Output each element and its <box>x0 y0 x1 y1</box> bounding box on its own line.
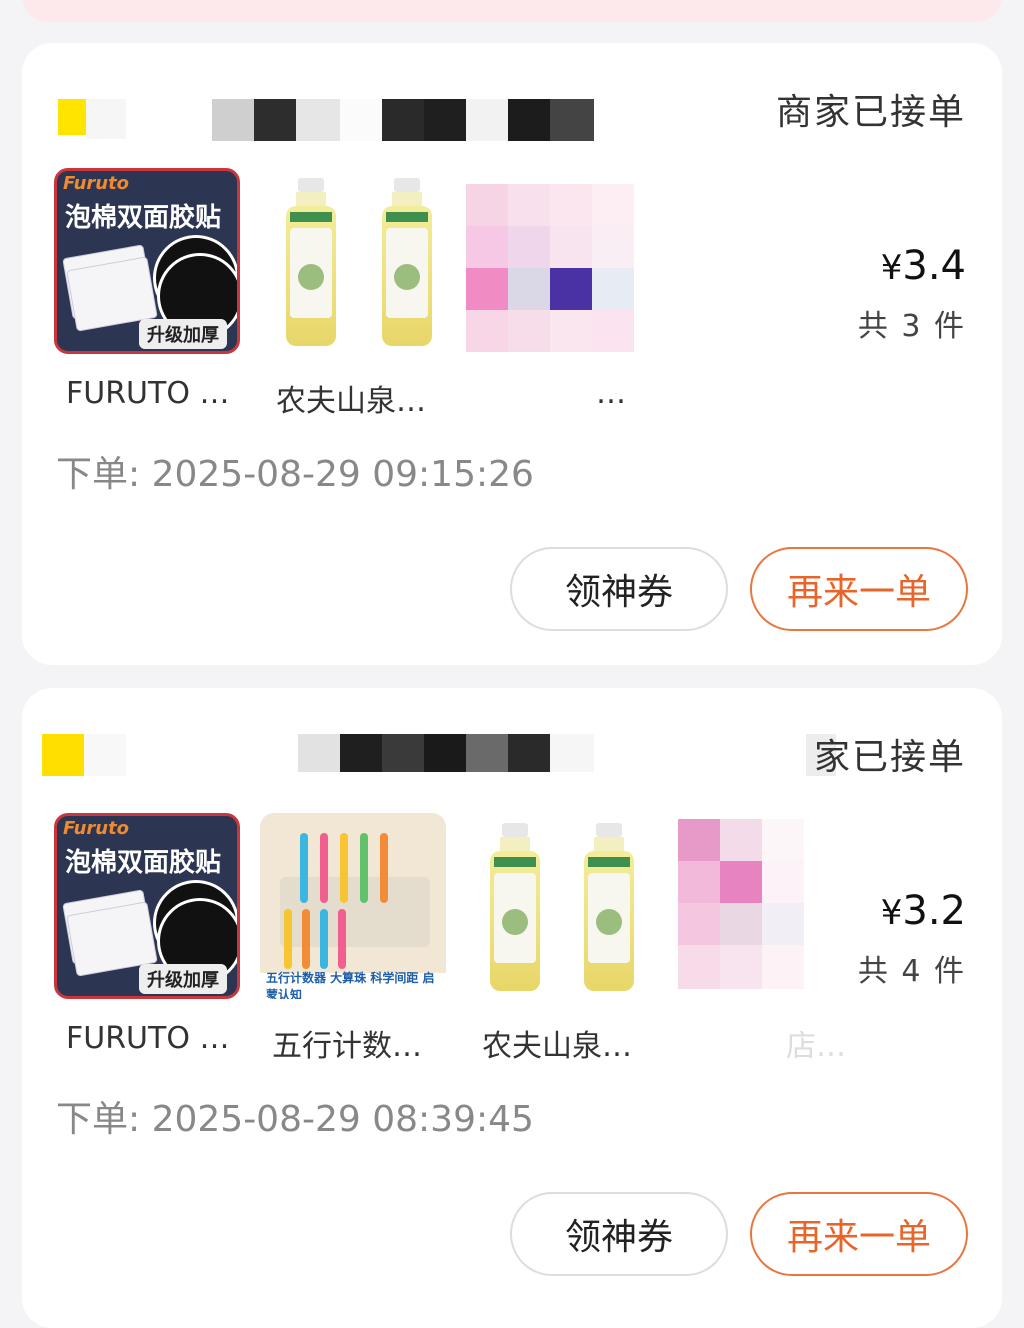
currency-symbol: ¥ <box>880 893 903 933</box>
order-total: ¥3.4 <box>881 243 966 289</box>
price-value: 3.4 <box>902 243 966 289</box>
product-item[interactable]: 五行计数器 大算珠 科学间距 启蒙认知 五行计数… <box>260 813 446 1064</box>
product-image: Furuto 泡棉双面胶贴 升级加厚 <box>54 813 240 999</box>
image-subline: 升级加厚 <box>139 964 227 994</box>
product-name: 农夫山泉… <box>276 384 426 419</box>
product-name: 农夫山泉… <box>482 1029 632 1064</box>
image-headline: 泡棉双面胶贴 <box>65 203 222 233</box>
product-image-redacted <box>678 813 864 999</box>
image-subline: 升级加厚 <box>139 319 227 349</box>
order-total: ¥3.2 <box>881 888 966 934</box>
order-time: 下单: 2025-08-29 09:15:26 <box>56 454 534 495</box>
product-name: 店… <box>786 1029 846 1064</box>
reorder-button[interactable]: 再来一单 <box>750 547 968 631</box>
product-item[interactable]: 店… <box>678 813 864 1064</box>
product-name: … <box>596 376 626 411</box>
order-status: 商家已接单 <box>775 92 966 133</box>
product-item[interactable]: 农夫山泉… <box>264 168 450 419</box>
product-image: Furuto 泡棉双面胶贴 升级加厚 <box>54 168 240 354</box>
order-status: 家已接单 <box>813 737 966 778</box>
image-banner: 五行计数器 大算珠 科学间距 启蒙认知 <box>260 971 446 999</box>
product-name: FURUTO … <box>66 376 230 411</box>
product-item[interactable]: … <box>466 168 652 411</box>
product-image <box>264 168 450 354</box>
item-count: 共 4 件 <box>857 954 966 989</box>
currency-symbol: ¥ <box>880 248 903 288</box>
reorder-button[interactable]: 再来一单 <box>750 1192 968 1276</box>
order-card[interactable]: 家已接单 Furuto 泡棉双面胶贴 升级加厚 FURUTO … 五行计数器 大… <box>22 688 1002 1328</box>
product-image-redacted <box>466 168 652 354</box>
product-item[interactable]: Furuto 泡棉双面胶贴 升级加厚 FURUTO … <box>54 168 240 411</box>
product-list[interactable]: Furuto 泡棉双面胶贴 升级加厚 FURUTO … 农夫山泉… … <box>54 168 874 428</box>
brand-logo: Furuto <box>63 818 130 839</box>
product-name: 五行计数… <box>272 1029 422 1064</box>
price-value: 3.2 <box>902 888 966 934</box>
previous-card-edge <box>22 0 1002 22</box>
brand-logo: Furuto <box>63 173 130 194</box>
product-item[interactable]: Furuto 泡棉双面胶贴 升级加厚 FURUTO … <box>54 813 240 1056</box>
get-coupon-button[interactable]: 领神券 <box>510 1192 728 1276</box>
product-image: 五行计数器 大算珠 科学间距 启蒙认知 <box>260 813 446 999</box>
image-headline: 泡棉双面胶贴 <box>65 848 222 878</box>
get-coupon-button[interactable]: 领神券 <box>510 547 728 631</box>
order-card[interactable]: 商家已接单 Furuto 泡棉双面胶贴 升级加厚 FURUTO … 农夫山泉… <box>22 43 1002 665</box>
product-image <box>470 813 656 999</box>
item-count: 共 3 件 <box>857 309 966 344</box>
order-time: 下单: 2025-08-29 08:39:45 <box>56 1099 534 1140</box>
product-item[interactable]: 农夫山泉… <box>470 813 656 1064</box>
product-name: FURUTO … <box>66 1021 230 1056</box>
product-list[interactable]: Furuto 泡棉双面胶贴 升级加厚 FURUTO … 五行计数器 大算珠 科学… <box>54 813 874 1073</box>
